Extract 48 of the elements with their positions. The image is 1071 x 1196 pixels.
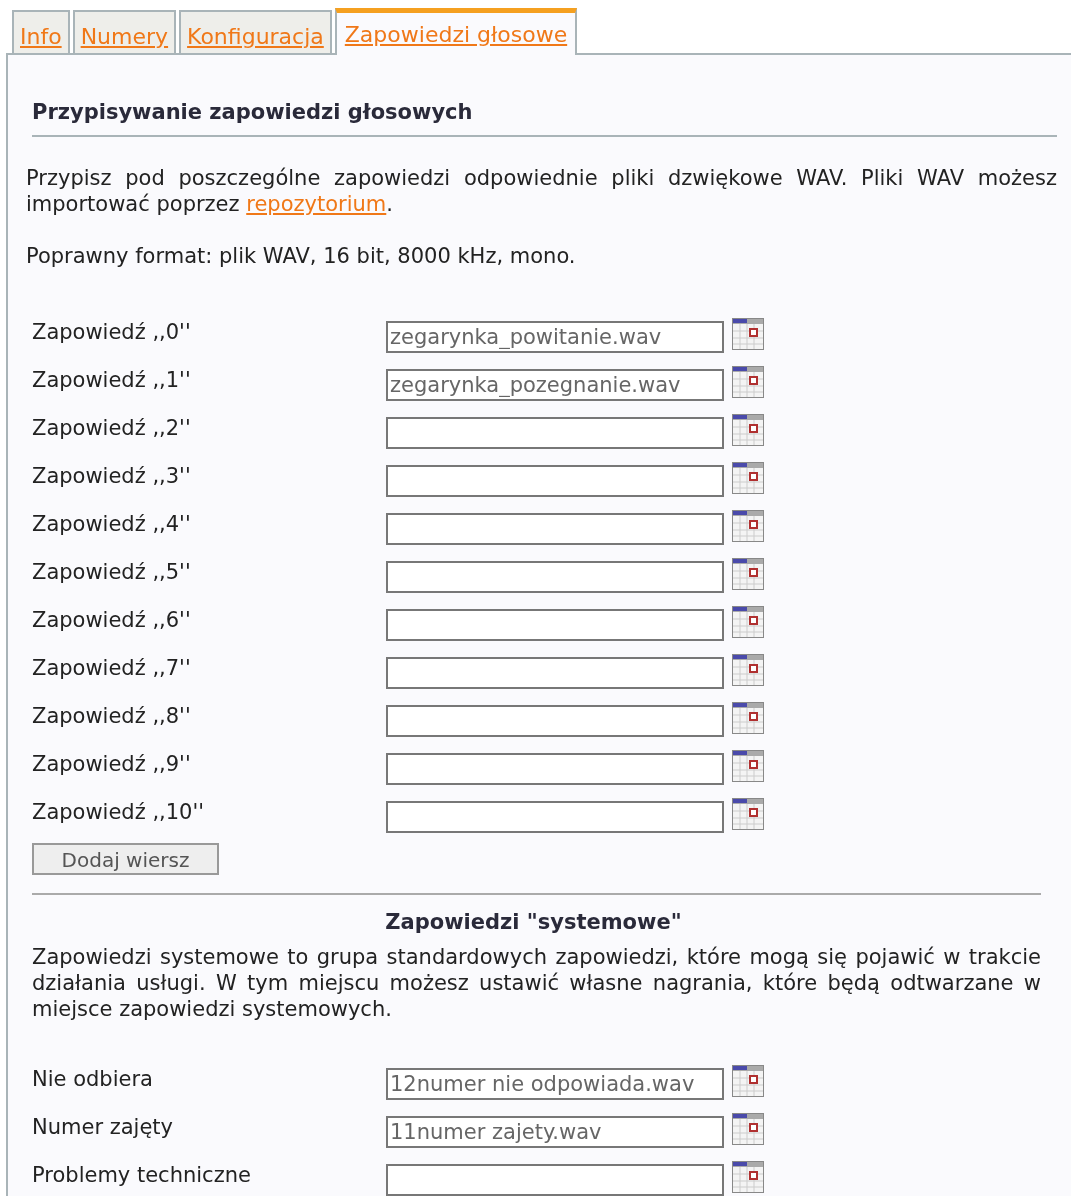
- field-label: Zapowiedź ,,5'': [32, 558, 192, 586]
- calendar-icon[interactable]: [732, 1113, 764, 1145]
- calendar-icon[interactable]: [732, 1161, 764, 1193]
- file-input[interactable]: [386, 704, 724, 737]
- file-input[interactable]: zegarynka_powitanie.wav: [386, 320, 724, 353]
- field-label: Zapowiedź ,,4'': [32, 510, 192, 538]
- calendar-icon[interactable]: [732, 461, 764, 494]
- calendar-icon[interactable]: [732, 413, 764, 446]
- calendar-icon[interactable]: [732, 653, 764, 686]
- field-label: Zapowiedź ,,3'': [32, 462, 192, 490]
- calendar-icon[interactable]: [732, 317, 764, 350]
- file-input[interactable]: zegarynka_pozegnanie.wav: [386, 368, 724, 401]
- field-label: Zapowiedź ,,2'': [32, 414, 192, 442]
- file-input[interactable]: [386, 560, 724, 593]
- field-label: Zapowiedź ,,8'': [32, 702, 192, 730]
- format-note: Poprawny format: plik WAV, 16 bit, 8000 kHz, mono.: [26, 242, 577, 269]
- calendar-icon[interactable]: [732, 797, 764, 830]
- section-heading: Przypisywanie zapowiedzi głosowych: [32, 99, 474, 126]
- intro-paragraph: Przypisz pod poszczególne zapowiedzi odpowiednie pliki dzwiękowe WAV. Pliki WAV możesz importować poprzez repozytorium.: [26, 164, 1057, 217]
- section-title: Zapowiedzi "systemowe": [384, 908, 683, 936]
- calendar-icon[interactable]: [732, 749, 764, 782]
- file-input[interactable]: [386, 1164, 724, 1196]
- file-input[interactable]: [386, 752, 724, 785]
- field-label: Nie odbiera: [32, 1066, 154, 1094]
- file-input[interactable]: [386, 800, 724, 833]
- calendar-icon[interactable]: [732, 365, 764, 398]
- file-input[interactable]: [386, 608, 724, 641]
- file-input[interactable]: [386, 512, 724, 545]
- field-label: Zapowiedź ,,7'': [32, 654, 192, 682]
- field-label: Zapowiedź ,,0'': [32, 318, 192, 346]
- field-label: Zapowiedź ,,10'': [32, 798, 205, 826]
- field-label: Zapowiedź ,,1'': [32, 366, 192, 394]
- field-label: Zapowiedź ,,6'': [32, 606, 192, 634]
- field-label: Problemy techniczne: [32, 1162, 252, 1190]
- calendar-icon[interactable]: [732, 701, 764, 734]
- field-label: Numer zajęty: [32, 1114, 174, 1142]
- calendar-icon[interactable]: [732, 1065, 764, 1097]
- calendar-icon[interactable]: [732, 557, 764, 590]
- file-input[interactable]: [386, 464, 724, 497]
- field-label: Zapowiedź ,,9'': [32, 750, 192, 778]
- calendar-icon[interactable]: [732, 605, 764, 638]
- system-description: Zapowiedzi systemowe to grupa standardowych zapowiedzi, które mogą się pojawić w trakcie działania usługi. W tym miejscu możesz ustawić własne nagrania, które będą odtwarzane w miejsce zapowiedzi systemowych.: [32, 944, 1041, 1022]
- calendar-icon[interactable]: [732, 509, 764, 542]
- file-input[interactable]: 12numer nie odpowiada.wav: [386, 1068, 724, 1100]
- file-input[interactable]: [386, 656, 724, 689]
- file-input[interactable]: [386, 416, 724, 449]
- add-row-button[interactable]: Dodaj wiersz: [32, 842, 219, 875]
- file-input[interactable]: 11numer zajety.wav: [386, 1116, 724, 1148]
